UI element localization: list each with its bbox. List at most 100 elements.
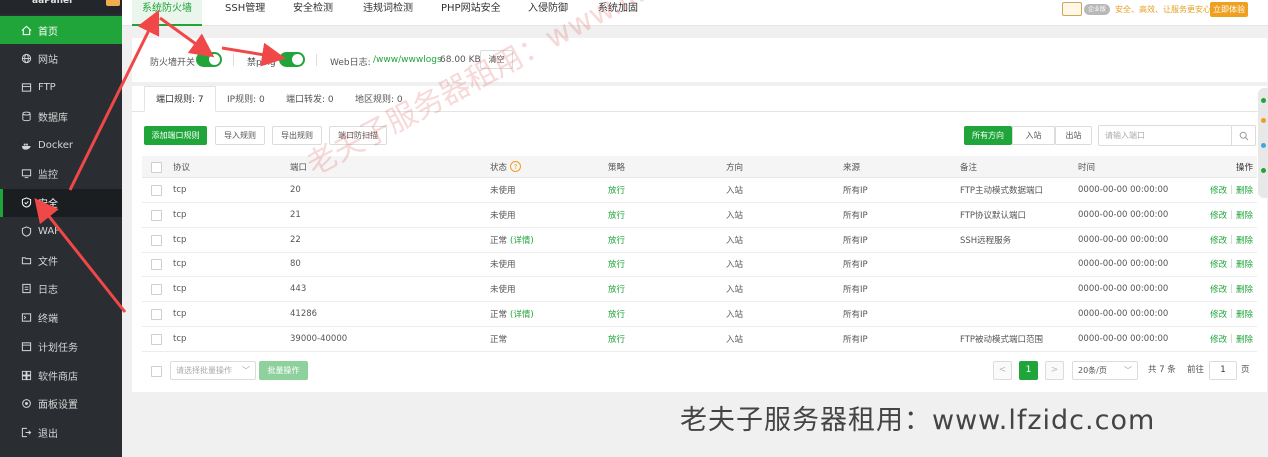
search-button[interactable]: [1231, 126, 1255, 145]
prev-page-button[interactable]: <: [993, 361, 1012, 380]
subtab-ip-rules[interactable]: IP规则: 0: [227, 86, 265, 112]
sidebar-item[interactable]: 监控: [0, 160, 122, 188]
sidebar-item[interactable]: 安全: [0, 188, 122, 217]
select-all-checkbox[interactable]: [151, 162, 162, 173]
sidebar-item-label: 监控: [38, 170, 58, 182]
clear-log-button[interactable]: 清空: [480, 50, 513, 69]
tab-word-check[interactable]: 违规词检测: [363, 0, 413, 26]
cell-remark: FTP协议默认端口: [960, 210, 1027, 221]
row-checkbox[interactable]: [151, 259, 162, 271]
sidebar-item[interactable]: 日志: [0, 275, 122, 303]
divider: [316, 54, 317, 66]
delete-button[interactable]: 删除: [1236, 333, 1253, 345]
tab-system-hardening[interactable]: 系统加固: [598, 0, 638, 26]
footer-select-all-checkbox[interactable]: [151, 366, 162, 377]
sidebar-item[interactable]: FTP: [0, 74, 122, 102]
sidebar-item-label: Docker: [38, 139, 74, 151]
port-search-input[interactable]: [1099, 126, 1231, 145]
chevron-down-icon: ﹀: [242, 366, 250, 375]
row-checkbox[interactable]: [151, 234, 162, 246]
table-header: 协议 端口 状态 ? 策略 方向 来源 备注 时间 操作: [142, 156, 1257, 178]
row-checkbox[interactable]: [151, 209, 162, 221]
direction-in-button[interactable]: 入站: [1012, 126, 1055, 145]
sidebar-item[interactable]: 软件商店: [0, 361, 122, 389]
edit-button[interactable]: 修改: [1210, 258, 1227, 270]
page-size-value: 20条/页: [1078, 366, 1107, 375]
delete-button[interactable]: 删除: [1236, 283, 1253, 295]
edit-button[interactable]: 修改: [1210, 184, 1227, 196]
delete-button[interactable]: 删除: [1236, 258, 1253, 270]
batch-operation-button[interactable]: 批量操作: [259, 361, 308, 380]
export-rules-button[interactable]: 导出规则: [272, 126, 322, 145]
row-checkbox[interactable]: [151, 309, 162, 320]
tab-intrusion-prevention[interactable]: 入侵防御: [528, 0, 568, 26]
status-detail-link[interactable]: (详情): [510, 308, 534, 320]
tab-php-security[interactable]: PHP网站安全: [441, 0, 501, 26]
edit-button[interactable]: 修改: [1210, 333, 1227, 345]
sidebar-item[interactable]: 计划任务: [0, 332, 122, 360]
firewall-toggle[interactable]: [196, 52, 222, 67]
sidebar-item[interactable]: 退出: [0, 419, 122, 447]
cell-port: 443: [290, 284, 307, 295]
next-page-button[interactable]: >: [1045, 361, 1064, 380]
subtab-port-rules[interactable]: 端口规则: 7: [144, 86, 216, 112]
cell-remark: FTP主动模式数据端口: [960, 186, 1044, 196]
delete-button[interactable]: 删除: [1236, 234, 1253, 246]
add-port-rule-button[interactable]: 添加端口规则: [144, 126, 207, 145]
cell-source: 所有IP: [843, 260, 868, 271]
direction-out-button[interactable]: 出站: [1055, 126, 1092, 145]
sidebar-item[interactable]: 面板设置: [0, 390, 122, 418]
sidebar-item[interactable]: Docker: [0, 131, 122, 159]
row-actions: 修改 | 删除: [1210, 302, 1253, 326]
edit-button[interactable]: 修改: [1210, 209, 1227, 221]
cell-direction: 入站: [726, 285, 744, 296]
row-checkbox[interactable]: [151, 333, 162, 345]
sidebar-item[interactable]: 网站: [0, 45, 122, 73]
ping-toggle[interactable]: [279, 52, 305, 67]
batch-operation-select[interactable]: 请选择批量操作 ﹀: [170, 361, 256, 380]
sidebar-item[interactable]: 数据库: [0, 102, 122, 130]
cell-port: 39000-40000: [290, 333, 348, 344]
subtab-region-rules[interactable]: 地区规则: 0: [355, 86, 403, 112]
cell-direction: 入站: [726, 334, 744, 345]
page-size-select[interactable]: 20条/页 ﹀: [1072, 361, 1138, 380]
cell-source: 所有IP: [843, 186, 868, 196]
col-time: 时间: [1078, 162, 1096, 173]
diamond-icon: [1062, 2, 1082, 16]
edit-button[interactable]: 修改: [1210, 234, 1227, 246]
op-separator: |: [1230, 333, 1233, 344]
port-search: [1098, 125, 1256, 146]
subtab-port-forward[interactable]: 端口转发: 0: [286, 86, 334, 112]
edit-button[interactable]: 修改: [1210, 283, 1227, 295]
row-checkbox[interactable]: [151, 284, 162, 296]
tab-ssh-management[interactable]: SSH管理: [225, 0, 265, 26]
tab-security-check[interactable]: 安全检测: [293, 0, 333, 26]
sidebar-item[interactable]: 文件: [0, 246, 122, 274]
sidebar-item-label: 软件商店: [38, 371, 78, 383]
settings-icon: [20, 398, 32, 410]
sidebar-item[interactable]: WAF: [0, 217, 122, 245]
try-now-button[interactable]: 立即体验: [1210, 2, 1248, 17]
goto-page-input[interactable]: 1: [1209, 361, 1237, 380]
sidebar-item[interactable]: 首页: [0, 16, 122, 44]
edit-button[interactable]: 修改: [1210, 308, 1227, 320]
port-scan-protect-button[interactable]: 端口防扫描: [329, 126, 387, 145]
table-row: tcp 39000-40000 正常 放行 入站 所有IP FTP被动模式端口范围 0000-…: [142, 327, 1257, 352]
delete-button[interactable]: 删除: [1236, 308, 1253, 320]
help-icon[interactable]: ?: [510, 161, 522, 172]
sidebar-item-label: 网站: [38, 55, 58, 67]
cell-protocol: tcp: [173, 234, 187, 245]
row-checkbox[interactable]: [151, 185, 162, 196]
direction-all-button[interactable]: 所有方向: [964, 126, 1012, 145]
delete-button[interactable]: 删除: [1236, 209, 1253, 221]
status-detail-link[interactable]: (详情): [510, 234, 534, 246]
weblog-path-link[interactable]: /www/wwwlogs: [373, 55, 442, 65]
tab-system-firewall[interactable]: 系统防火墙: [132, 0, 202, 26]
col-status: 状态 ?: [490, 156, 522, 177]
page-1-button[interactable]: 1: [1019, 361, 1038, 380]
floating-side-widget[interactable]: [1258, 88, 1268, 198]
delete-button[interactable]: 删除: [1236, 184, 1253, 196]
ftp-icon: [20, 82, 32, 94]
import-rules-button[interactable]: 导入规则: [215, 126, 265, 145]
sidebar-item[interactable]: 终端: [0, 304, 122, 332]
